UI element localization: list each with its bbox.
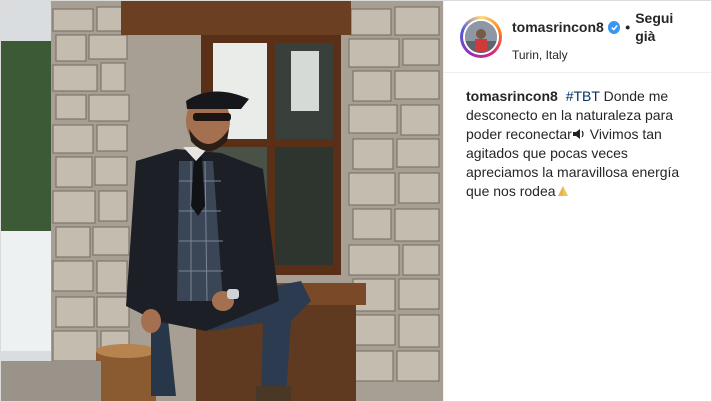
post-caption: tomasrincon8 #TBT Donde me desconecto en… [444,73,711,201]
location-link[interactable]: Turin, Italy [512,48,695,63]
speaker-emoji-icon [572,126,586,139]
verified-badge-icon [607,21,621,34]
separator-dot: • [625,18,631,35]
avatar[interactable] [460,15,502,58]
instagram-post: tomasrincon8 • Segui già Turin, Italy to… [0,0,712,402]
post-header: tomasrincon8 • Segui già Turin, Italy [444,1,711,73]
follow-button[interactable]: Segui già [635,10,695,45]
account-info: tomasrincon8 • Segui già Turin, Italy [512,10,695,63]
avatar-image [465,20,497,53]
caption-username-link[interactable]: tomasrincon8 [466,88,558,104]
post-sidebar: tomasrincon8 • Segui già Turin, Italy to… [443,1,711,401]
post-photo[interactable] [1,1,443,401]
post-photo-image [1,1,443,401]
hashtag-link[interactable]: #TBT [566,88,600,104]
folded-hands-emoji-icon [556,183,570,196]
username-link[interactable]: tomasrincon8 [512,19,604,37]
